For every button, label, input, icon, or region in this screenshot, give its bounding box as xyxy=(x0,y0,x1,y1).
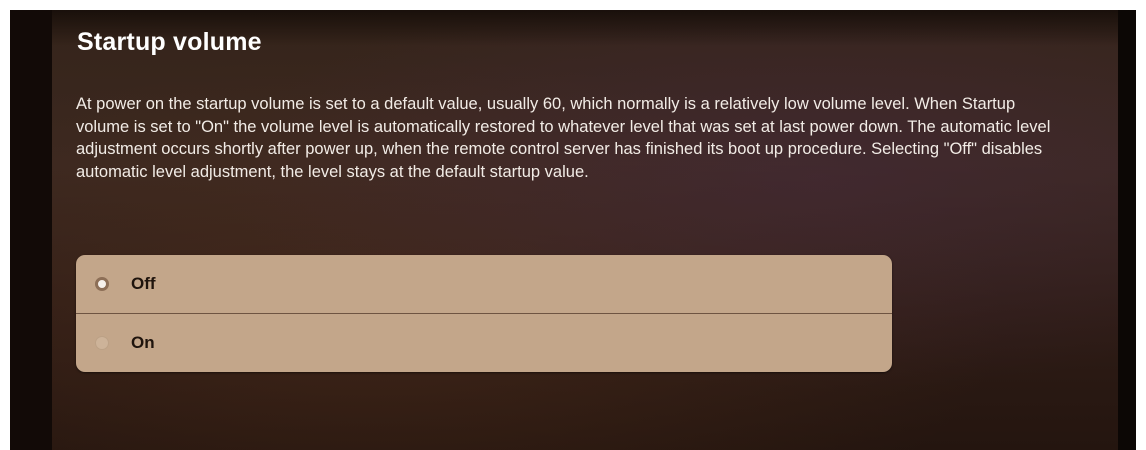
option-off[interactable]: Off xyxy=(76,255,892,313)
content-panel xyxy=(52,10,1118,450)
section-title: Startup volume xyxy=(77,28,262,56)
option-on[interactable]: On xyxy=(76,313,892,372)
section-description: At power on the startup volume is set to… xyxy=(76,95,1051,181)
radio-off-checked-icon[interactable] xyxy=(95,277,109,291)
radio-on-unchecked-icon[interactable] xyxy=(95,336,109,350)
frame-edge xyxy=(1118,10,1136,450)
startup-volume-options: Off On xyxy=(76,255,892,372)
option-on-label: On xyxy=(131,333,155,352)
option-off-label: Off xyxy=(131,274,156,293)
